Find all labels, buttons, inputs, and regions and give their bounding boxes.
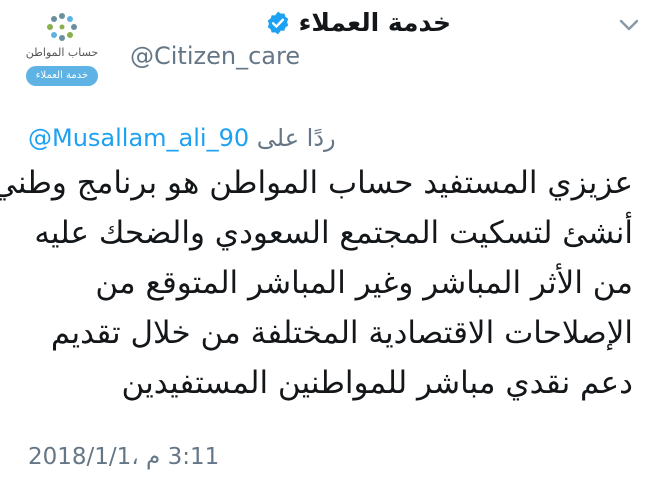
tweet-text: عزيزي المستفيد حساب المواطن هو برنامج وط…	[0, 158, 633, 408]
display-name[interactable]: خدمة العملاء	[299, 8, 451, 37]
tweet-timestamp[interactable]: 3:11 م ،2018/1/1	[28, 444, 219, 470]
tweet-header: حساب المواطن خدمة العملاء خدمة العملاء @…	[0, 0, 667, 100]
verified-badge-icon	[267, 11, 288, 34]
tweet-line: الإصلاحات الاقتصادية المختلفة من خلال تق…	[50, 315, 633, 351]
reply-mention[interactable]: @Musallam_ali_90	[28, 124, 249, 152]
chevron-down-icon[interactable]	[612, 10, 646, 40]
avatar-badge: خدمة العملاء	[26, 66, 98, 86]
avatar-title: حساب المواطن	[25, 46, 99, 59]
name-row: خدمة العملاء	[265, 8, 451, 37]
tweet-line: أنشئ لتسكيت المجتمع السعودي والضحك عليه	[34, 215, 633, 251]
avatar[interactable]: حساب المواطن خدمة العملاء	[22, 10, 102, 86]
tweet-line: من الأثر المباشر وغير المباشر المتوقع من	[95, 265, 633, 301]
tweet-line: عزيزي المستفيد حساب المواطن هو برنامج وط…	[0, 165, 633, 201]
tweet-line: دعم نقدي مباشر للمواطنين المستفيدين	[121, 365, 633, 401]
reply-to-line: @Musallam_ali_90 ردًا على	[28, 124, 336, 152]
reply-prefix: ردًا على	[256, 124, 336, 152]
citizen-account-logo	[47, 13, 77, 41]
account-handle[interactable]: @Citizen_care	[130, 42, 300, 70]
